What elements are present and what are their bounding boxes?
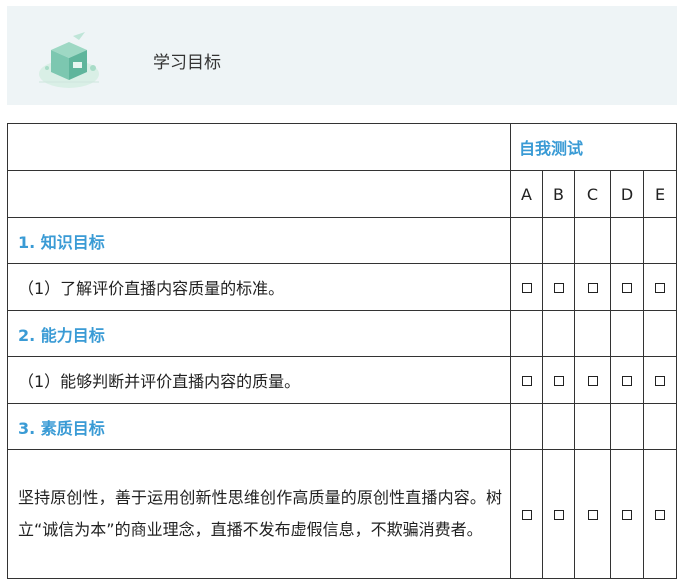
checkbox[interactable] — [521, 282, 532, 293]
section-row: 1. 知识目标 — [7, 217, 678, 264]
checkbox[interactable] — [553, 282, 564, 293]
page-title: 学习目标 — [153, 53, 221, 73]
section-row: 2. 能力目标 — [7, 310, 678, 357]
section-title-quality: 3. 素质目标 — [7, 403, 511, 450]
checkbox[interactable] — [587, 282, 598, 293]
header-banner: 学习目标 — [7, 6, 677, 105]
letter-a: A — [510, 170, 543, 218]
checkbox[interactable] — [655, 509, 666, 520]
checkbox[interactable] — [587, 375, 598, 386]
section-title-ability: 2. 能力目标 — [7, 310, 511, 357]
item-text: 坚持原创性，善于运用创新性思维创作高质量的原创性直播内容。树立“诚信为本”的商业… — [7, 449, 511, 579]
checkbox[interactable] — [622, 509, 632, 520]
checkbox[interactable] — [587, 509, 598, 520]
objectives-table: 自我测试 A B C D E 1. 知识目标 （1）了解评价直播内容质量的标准。… — [7, 123, 678, 579]
empty-header-cell — [7, 170, 511, 218]
checkbox[interactable] — [553, 375, 564, 386]
self-test-label: 自我测试 — [509, 123, 678, 171]
checkbox[interactable] — [622, 375, 632, 386]
letter-c: C — [574, 170, 611, 218]
item-row: 坚持原创性，善于运用创新性思维创作高质量的原创性直播内容。树立“诚信为本”的商业… — [7, 449, 678, 579]
checkbox[interactable] — [521, 509, 532, 520]
letter-d: D — [610, 170, 644, 218]
letter-e: E — [642, 170, 678, 218]
item-row: （1）能够判断并评价直播内容的质量。 — [7, 356, 678, 404]
checkbox[interactable] — [521, 375, 532, 386]
header-row-self-test: 自我测试 — [7, 123, 678, 171]
header-row-letters: A B C D E — [7, 170, 678, 218]
checkbox[interactable] — [655, 375, 666, 386]
item-row: （1）了解评价直播内容质量的标准。 — [7, 263, 678, 311]
empty-header-cell — [7, 123, 511, 171]
checkbox[interactable] — [622, 282, 632, 293]
letter-b: B — [542, 170, 575, 218]
section-title-knowledge: 1. 知识目标 — [7, 217, 511, 264]
section-row: 3. 素质目标 — [7, 403, 678, 450]
box-illustration-icon — [39, 32, 99, 88]
checkbox[interactable] — [655, 282, 666, 293]
checkbox[interactable] — [553, 509, 564, 520]
item-text: （1）能够判断并评价直播内容的质量。 — [7, 356, 511, 404]
item-text: （1）了解评价直播内容质量的标准。 — [7, 263, 511, 311]
